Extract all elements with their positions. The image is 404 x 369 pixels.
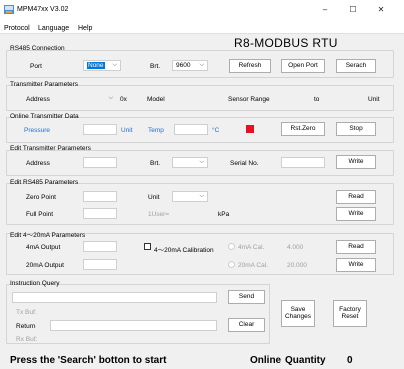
- read-ma-button[interactable]: Read: [336, 240, 376, 254]
- window-title: MPM47xx V3.02: [17, 6, 69, 13]
- temp-field: [174, 124, 208, 135]
- 4ma-cal-label: 4mA Cal.: [238, 244, 265, 251]
- instruction-group-title: Instruction Query: [10, 280, 60, 287]
- brt-value: 9600: [176, 62, 191, 69]
- online-group-title: Online Transmitter Data: [10, 113, 79, 120]
- write-transmitter-button[interactable]: Write: [336, 155, 376, 169]
- range-unit-label: Unit: [368, 96, 380, 103]
- full-point-label: Full Point: [26, 211, 54, 218]
- rs485-unit-select[interactable]: ⌵: [172, 191, 208, 202]
- tx-buf-label: Tx Buf:: [16, 309, 37, 316]
- stop-button[interactable]: Stop: [336, 122, 376, 136]
- maximize-button[interactable]: ☐: [346, 5, 360, 14]
- factory-reset-button[interactable]: Factory Reset: [333, 300, 367, 327]
- zero-point-label: Zero Point: [26, 194, 56, 201]
- 20ma-output-input[interactable]: [83, 259, 117, 270]
- 4ma-output-label: 4mA Output: [26, 244, 61, 251]
- pressure-label: Pressure: [24, 127, 51, 134]
- close-button[interactable]: ✕: [374, 5, 388, 14]
- clear-button[interactable]: Clear: [228, 318, 265, 332]
- 20ma-cal-label: 20mA Cal.: [238, 262, 268, 269]
- send-button[interactable]: Send: [228, 290, 265, 304]
- open-port-button[interactable]: Open Port: [281, 59, 325, 73]
- app-icon: [4, 5, 14, 14]
- chevron-down-icon: ⌵: [199, 193, 204, 199]
- 4ma-output-input[interactable]: [83, 241, 117, 252]
- 20ma-cal-value: 20.000: [287, 262, 307, 269]
- status-indicator: [246, 125, 254, 133]
- read-rs485-button[interactable]: Read: [336, 190, 376, 204]
- rx-buf-label: Rx Buf:: [16, 336, 38, 343]
- sensor-range-label: Sensor Range: [228, 96, 270, 103]
- temp-unit-label: °C: [212, 127, 220, 134]
- edit-address-input[interactable]: [83, 157, 117, 168]
- menu-language[interactable]: Language: [38, 25, 69, 32]
- edit-ma-title: Edit 4～20mA Parameters: [10, 232, 86, 239]
- model-label: Model: [147, 96, 165, 103]
- rs485-unit-label: Unit: [148, 194, 160, 201]
- rst-zero-button[interactable]: Rst.Zero: [281, 122, 325, 136]
- search-button[interactable]: Serach: [336, 59, 376, 73]
- edit-brt-label: Brt.: [150, 160, 161, 167]
- transmitter-params-group: [6, 85, 394, 111]
- rs485-group-title: RS485 Connection: [10, 45, 65, 52]
- return-input[interactable]: [50, 320, 217, 331]
- chevron-down-icon: ⌵: [199, 159, 204, 165]
- address-label: Address: [26, 96, 50, 103]
- 20ma-output-label: 20mA Output: [26, 262, 64, 269]
- port-select[interactable]: None ⌵: [83, 60, 121, 71]
- pressure-field: [83, 124, 117, 135]
- pressure-unit-label: Unit: [121, 127, 133, 134]
- zero-point-input[interactable]: [83, 191, 117, 202]
- transmitter-group-title: Transmitter Parameters: [10, 81, 79, 88]
- instruction-input[interactable]: [12, 292, 217, 303]
- brt-label: Brt.: [150, 63, 161, 70]
- temp-label: Temp: [148, 127, 164, 134]
- edit-address-label: Address: [26, 160, 50, 167]
- edit-brt-select[interactable]: ⌵: [172, 157, 208, 168]
- status-message: Press the 'Search' botton to start: [10, 355, 167, 366]
- quantity-value: 0: [347, 355, 353, 366]
- minimize-button[interactable]: –: [318, 5, 332, 14]
- write-rs485-button[interactable]: Write: [336, 207, 376, 221]
- edit-rs485-title: Edit RS485 Parameters: [10, 179, 79, 186]
- save-changes-button[interactable]: Save Changes: [281, 300, 315, 327]
- write-ma-button[interactable]: Write: [336, 258, 376, 272]
- kpa-label: kPa: [218, 211, 230, 218]
- 4ma-cal-radio[interactable]: [228, 243, 235, 250]
- port-value: None: [87, 62, 105, 69]
- menu-help[interactable]: Help: [78, 25, 92, 32]
- chevron-down-icon: ⌵: [112, 62, 117, 68]
- hex-prefix: 0x: [120, 96, 127, 103]
- serial-no-label: Serial No.: [230, 160, 259, 167]
- chevron-down-icon: ⌵: [199, 62, 204, 68]
- port-label: Port: [30, 63, 42, 70]
- calibration-label: 4～20mA Calibration: [154, 247, 214, 254]
- full-point-input[interactable]: [83, 208, 117, 219]
- brt-select[interactable]: 9600 ⌵: [172, 60, 208, 71]
- range-to-label: to: [314, 96, 320, 103]
- serial-no-input[interactable]: [281, 157, 325, 168]
- menu-protocol[interactable]: Protocol: [4, 25, 30, 32]
- address-select[interactable]: ⌵: [83, 93, 117, 104]
- return-label: Return: [16, 323, 36, 330]
- user-ratio-label: 1User=: [148, 211, 170, 218]
- quantity-label: Quantity: [285, 355, 326, 366]
- 20ma-cal-radio[interactable]: [228, 261, 235, 268]
- protocol-title: R8-MODBUS RTU: [234, 36, 338, 50]
- calibration-checkbox[interactable]: [144, 243, 151, 250]
- 4ma-cal-value: 4.000: [287, 244, 304, 251]
- chevron-down-icon: ⌵: [108, 95, 113, 101]
- online-label: Online: [250, 355, 282, 366]
- refresh-button[interactable]: Refresh: [229, 59, 271, 73]
- edit-transmitter-title: Edit Transmitter Parameters: [10, 145, 91, 152]
